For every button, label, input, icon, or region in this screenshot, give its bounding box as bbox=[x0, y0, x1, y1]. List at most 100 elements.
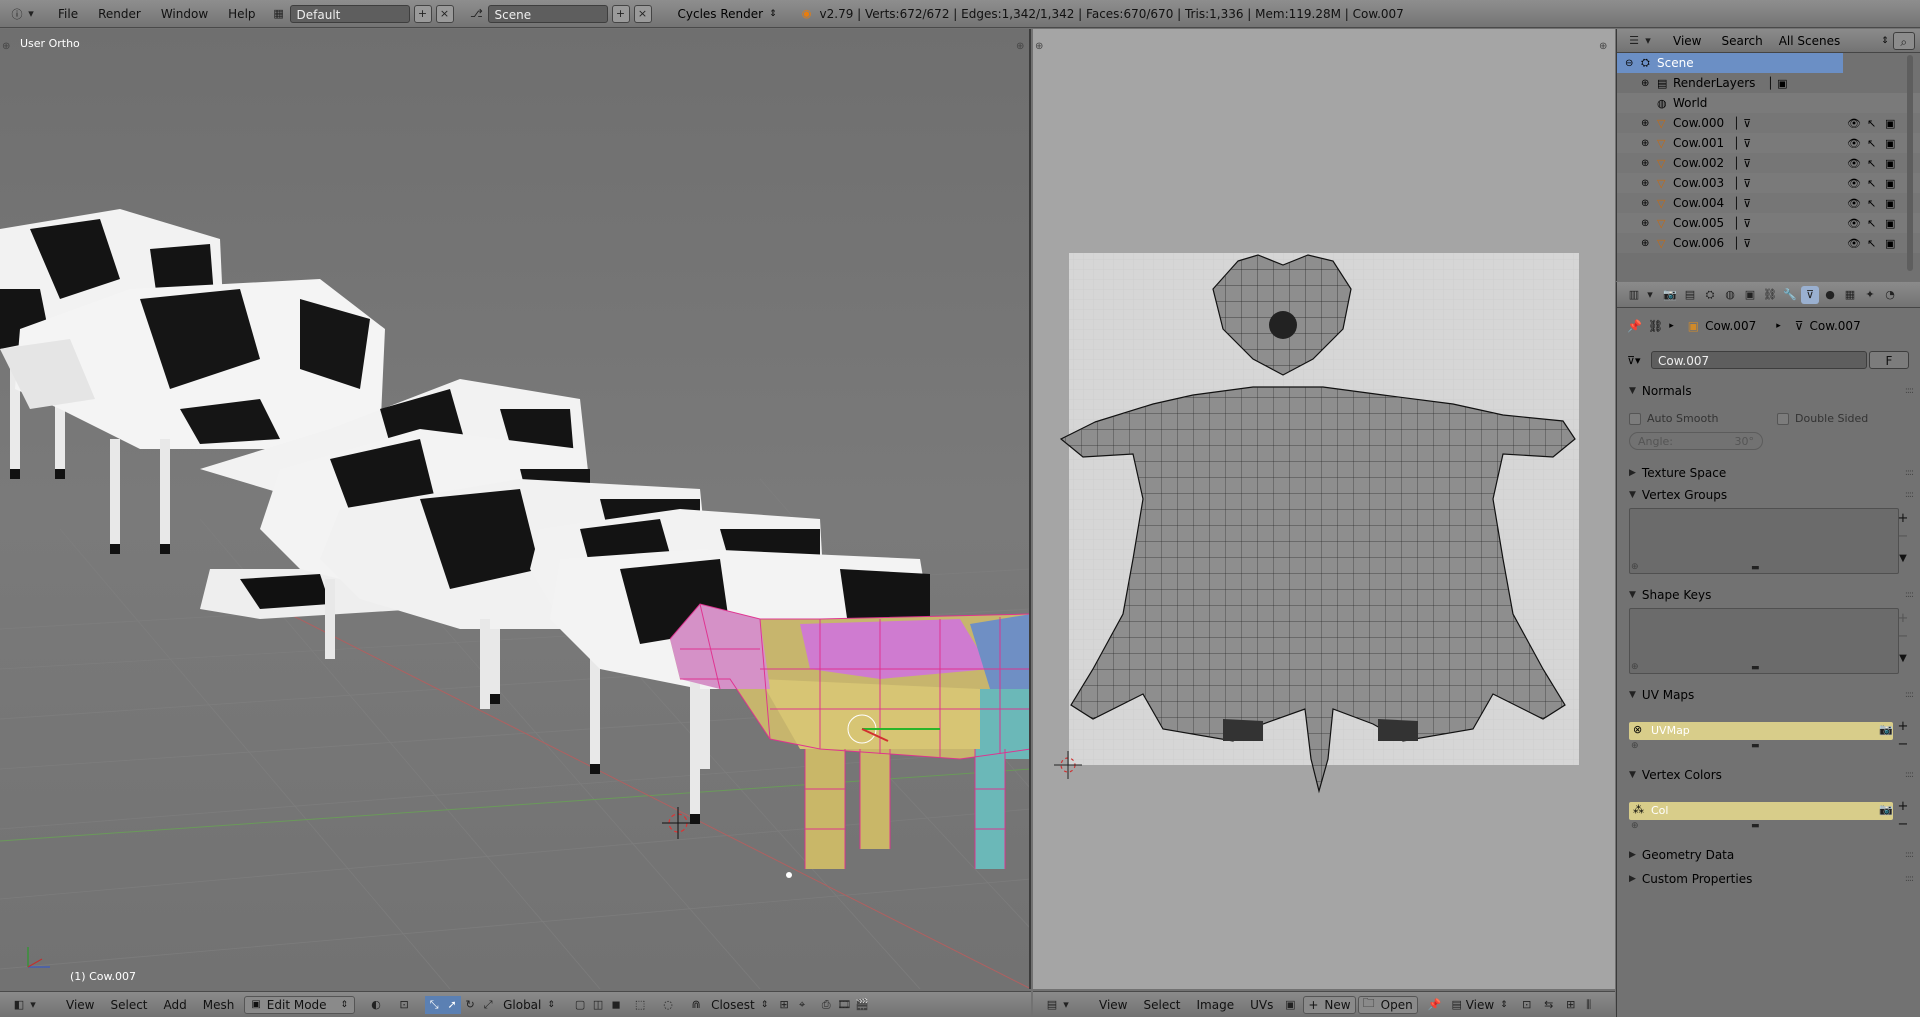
remove-layout-button[interactable]: × bbox=[435, 4, 454, 23]
data-tab-icon[interactable]: ⊽ bbox=[1801, 285, 1819, 304]
chevron-down-icon[interactable]: ▾ bbox=[26, 5, 36, 23]
outliner-search-field[interactable]: ⌕ bbox=[1892, 31, 1915, 50]
uv-vertex-select-icon[interactable]: ⊞ bbox=[1562, 996, 1580, 1014]
eye-icon[interactable]: 👁 bbox=[1847, 197, 1861, 210]
expand-icon[interactable]: ⊕ bbox=[1641, 158, 1649, 169]
list-resize-handle[interactable]: ▬ bbox=[1751, 821, 1760, 831]
cursor-select-icon[interactable]: ↖ bbox=[1867, 197, 1876, 210]
translate-manipulator-icon[interactable]: ➚ bbox=[443, 995, 462, 1014]
mesh-icon[interactable]: ⊽▾ bbox=[1627, 354, 1649, 367]
scene-icon[interactable]: ⎇ bbox=[468, 5, 486, 23]
drag-grip-icon[interactable]: :::: bbox=[1905, 850, 1914, 860]
opengl-render-icon[interactable]: ⎙ bbox=[817, 996, 835, 1014]
limit-selection-icon[interactable]: ⬚ bbox=[631, 996, 649, 1014]
menu-select[interactable]: Select bbox=[102, 998, 155, 1012]
uv-image-editor[interactable]: ⊕ ⊕ bbox=[1033, 29, 1615, 989]
expand-icon[interactable]: ⊕ bbox=[1641, 198, 1649, 209]
drag-grip-icon[interactable]: :::: bbox=[1905, 770, 1914, 780]
eye-icon[interactable]: 👁 bbox=[1847, 237, 1861, 250]
menu-help[interactable]: Help bbox=[218, 7, 265, 21]
menu-image[interactable]: Image bbox=[1189, 998, 1243, 1012]
geometry-data-panel-header[interactable]: ▶ Geometry Data :::: bbox=[1617, 844, 1920, 866]
chevron-down-icon[interactable]: ▾ bbox=[1061, 996, 1071, 1014]
sync-selection-icon[interactable]: ⇆ bbox=[1540, 996, 1558, 1014]
menu-add[interactable]: Add bbox=[156, 998, 195, 1012]
rotate-manipulator-icon[interactable]: ↻ bbox=[461, 996, 479, 1014]
camera-render-icon[interactable]: ▣ bbox=[1885, 217, 1895, 230]
drag-grip-icon[interactable]: :::: bbox=[1905, 490, 1914, 500]
render-engine-dropdown[interactable]: Cycles Render ⇕ bbox=[678, 7, 788, 21]
menu-search[interactable]: Search bbox=[1721, 34, 1762, 48]
clapper-icon[interactable]: 🎬 bbox=[853, 996, 871, 1014]
display-mode-dropdown[interactable]: All Scenes ⇕ bbox=[1779, 34, 1889, 48]
menu-uvs[interactable]: UVs bbox=[1242, 998, 1281, 1012]
texture-space-panel-header[interactable]: ▶ Texture Space :::: bbox=[1617, 462, 1920, 484]
snap-magnet-icon[interactable]: ⋒ bbox=[687, 996, 705, 1014]
drag-grip-icon[interactable]: :::: bbox=[1905, 874, 1914, 884]
properties-editor[interactable]: ▥ ▾ 📷 ▤ ⛭ ◍ ▣ ⛓ 🔧 ⊽ ● ▦ ✦ ◔ 📌 ⛓ ▸ ▣ Cow.… bbox=[1616, 282, 1920, 1017]
remove-uv-map-button[interactable]: − bbox=[1894, 736, 1912, 754]
vertex-group-specials-button[interactable]: ▼ bbox=[1894, 550, 1912, 568]
pin-icon[interactable]: 📌 bbox=[1426, 996, 1444, 1014]
area-split-handle-left[interactable]: ⊕ bbox=[1035, 41, 1043, 52]
pin-icon[interactable]: 📌 bbox=[1627, 319, 1642, 333]
list-filter-icon[interactable]: ⊕ bbox=[1631, 662, 1639, 672]
auto-smooth-checkbox[interactable]: Auto Smooth bbox=[1629, 412, 1718, 425]
cursor-select-icon[interactable]: ↖ bbox=[1867, 137, 1876, 150]
eye-icon[interactable]: 👁 bbox=[1847, 117, 1861, 130]
breadcrumb-mesh[interactable]: Cow.007 bbox=[1810, 319, 1861, 333]
chevron-down-icon[interactable]: ▾ bbox=[28, 996, 38, 1014]
editor-mode-dropdown[interactable]: View ⇕ bbox=[1466, 998, 1510, 1012]
area-split-handle-right[interactable]: ⊕ bbox=[1599, 41, 1607, 52]
chevron-down-icon[interactable]: ▾ bbox=[1645, 286, 1655, 304]
cursor-select-icon[interactable]: ↖ bbox=[1867, 237, 1876, 250]
screen-layout-icon[interactable]: ▦ bbox=[270, 5, 288, 23]
menu-view[interactable]: View bbox=[1091, 998, 1135, 1012]
mesh-name-field[interactable]: Cow.007 bbox=[1651, 351, 1867, 369]
remove-scene-button[interactable]: × bbox=[633, 4, 652, 23]
snap-element-icon[interactable]: ⊞ bbox=[775, 996, 793, 1014]
add-layout-button[interactable]: + bbox=[413, 4, 432, 23]
drag-grip-icon[interactable]: :::: bbox=[1905, 690, 1914, 700]
vertex-colors-panel-header[interactable]: ▼ Vertex Colors :::: bbox=[1617, 764, 1920, 786]
3d-view-editor-icon[interactable]: ◧ bbox=[10, 996, 28, 1014]
scene-tab-icon[interactable]: ⛭ bbox=[1701, 286, 1719, 304]
outliner-scrollbar[interactable] bbox=[1907, 55, 1913, 271]
cursor-select-icon[interactable]: ↖ bbox=[1867, 217, 1876, 230]
expand-icon[interactable]: ⊕ bbox=[1641, 78, 1649, 89]
area-split-handle-left[interactable]: ⊕ bbox=[2, 41, 10, 52]
remove-vertex-color-button[interactable]: − bbox=[1894, 816, 1912, 834]
proportional-edit-icon[interactable]: ◌ bbox=[659, 996, 677, 1014]
chevron-down-icon[interactable]: ▾ bbox=[1643, 32, 1653, 50]
viewport-shading-icon[interactable]: ◐ bbox=[367, 996, 385, 1014]
cursor-select-icon[interactable]: ↖ bbox=[1867, 157, 1876, 170]
active-render-icon[interactable]: 📷 bbox=[1879, 803, 1893, 816]
camera-render-icon[interactable]: ▣ bbox=[1885, 117, 1895, 130]
add-uv-map-button[interactable]: + bbox=[1894, 718, 1912, 736]
screen-layout-field[interactable]: Default bbox=[289, 4, 410, 23]
outliner-row-world[interactable]: ◍ World bbox=[1617, 93, 1920, 113]
list-resize-handle[interactable]: ▬ bbox=[1751, 741, 1760, 751]
view-mode-icon[interactable]: ▤ bbox=[1448, 996, 1466, 1014]
cursor-select-icon[interactable]: ↖ bbox=[1867, 117, 1876, 130]
viewport-scene[interactable] bbox=[0, 29, 1031, 989]
normals-panel-header[interactable]: ▼ Normals :::: bbox=[1617, 380, 1920, 402]
list-resize-handle[interactable]: ▬ bbox=[1751, 563, 1760, 573]
camera-render-icon[interactable]: ▣ bbox=[1885, 157, 1895, 170]
add-shape-key-button[interactable]: + bbox=[1894, 610, 1912, 628]
pivot-point-icon[interactable]: ⊡ bbox=[395, 996, 413, 1014]
snap-target-dropdown[interactable]: Closest ⇕ bbox=[711, 998, 771, 1012]
project-individual-icon[interactable]: ⌖ bbox=[793, 996, 811, 1014]
outliner-row-object[interactable]: ⊕ ▽ Cow.001 │ ⊽ 👁 ↖ ▣ bbox=[1617, 133, 1920, 153]
eye-icon[interactable]: 👁 bbox=[1847, 157, 1861, 170]
cow-007-edit-mesh[interactable] bbox=[669, 603, 1031, 869]
uv-canvas[interactable] bbox=[1033, 29, 1615, 989]
object-tab-icon[interactable]: ▣ bbox=[1741, 286, 1759, 304]
remove-vertex-group-button[interactable]: − bbox=[1894, 528, 1912, 546]
drag-grip-icon[interactable]: :::: bbox=[1905, 590, 1914, 600]
expand-icon[interactable]: ⊕ bbox=[1641, 118, 1649, 129]
remove-shape-key-button[interactable]: − bbox=[1894, 628, 1912, 646]
breadcrumb-object[interactable]: Cow.007 bbox=[1705, 319, 1756, 333]
new-image-button[interactable]: + New bbox=[1303, 995, 1356, 1014]
material-tab-icon[interactable]: ● bbox=[1821, 286, 1839, 304]
